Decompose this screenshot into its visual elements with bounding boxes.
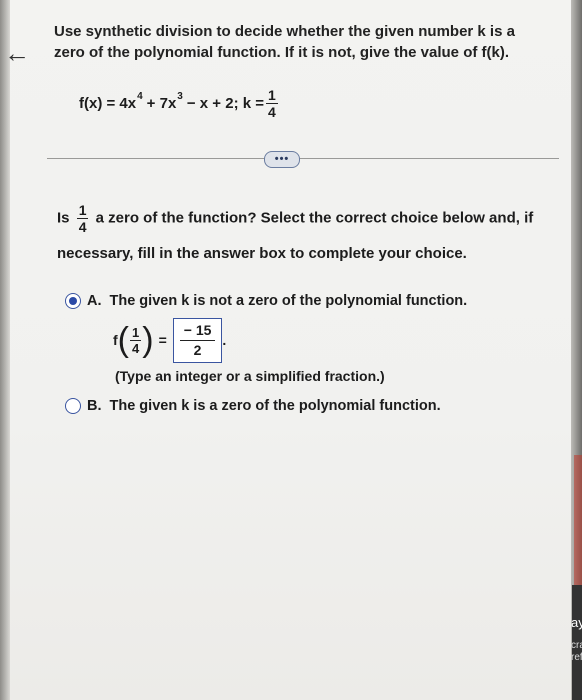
fraction-denominator: 4: [78, 219, 87, 235]
answer-denominator[interactable]: 2: [194, 341, 202, 360]
answer-box[interactable]: − 15 2: [172, 317, 223, 363]
k-fraction: 1 4: [266, 87, 278, 120]
back-arrow-icon[interactable]: ←: [4, 40, 30, 66]
edge-text-b: craf: [571, 640, 582, 651]
left-bezel: [0, 0, 10, 700]
edge-text-c: refs: [571, 652, 582, 663]
answer-period: .: [222, 332, 227, 348]
equals-sign: =: [158, 332, 167, 348]
question-prompt: Use synthetic division to decide whether…: [54, 23, 515, 61]
answer-expression: f ( 1 4 ) = − 15 2 .: [113, 316, 226, 364]
left-paren: (: [117, 321, 129, 359]
part-question-text: a zero of the function? Select the corre…: [95, 209, 534, 227]
argument-numerator: 1: [130, 324, 142, 341]
equation-tail: − x + 2; k =: [186, 94, 264, 112]
choice-b-letter: B.: [87, 398, 102, 414]
right-paren: ): [142, 321, 154, 359]
exponent-4: 4: [137, 90, 143, 102]
more-button[interactable]: •••: [264, 151, 300, 168]
argument-fraction: 1 4: [130, 324, 142, 356]
choice-a-radio[interactable]: [65, 293, 81, 309]
choice-a[interactable]: A. The given k is not a zero of the poly…: [65, 293, 467, 309]
polynomial-equation: f(x) = 4x 4 + 7x 3 − x + 2; k = 1 4: [79, 83, 280, 123]
quarter-fraction: 1 4: [76, 202, 89, 235]
equation-lhs: f(x) = 4x: [79, 94, 137, 112]
equation-middle: + 7x: [146, 94, 177, 112]
is-word: Is: [57, 209, 70, 227]
question-page: ← Use synthetic division to decide wheth…: [0, 0, 582, 700]
part-question-line2: necessary, fill in the answer box to com…: [57, 245, 467, 262]
choice-a-text: The given k is not a zero of the polynom…: [109, 293, 468, 309]
answer-hint: (Type an integer or a simplified fractio…: [115, 368, 385, 384]
edge-text-a: ay: [571, 615, 582, 630]
choice-b-radio[interactable]: [65, 398, 81, 414]
choice-b-text: The given k is a zero of the polynomial …: [109, 398, 441, 414]
argument-denominator: 4: [132, 340, 140, 356]
fraction-numerator: 1: [76, 202, 89, 219]
exponent-3: 3: [177, 90, 183, 102]
section-divider: [47, 158, 559, 159]
choice-a-letter: A.: [87, 293, 102, 309]
answer-numerator[interactable]: − 15: [179, 321, 216, 341]
k-denominator: 4: [268, 103, 276, 120]
part-question: Is 1 4 a zero of the function? Select th…: [57, 202, 547, 235]
red-strip: [574, 455, 582, 585]
right-bezel: ay craf refs: [571, 0, 582, 700]
choice-b[interactable]: B. The given k is a zero of the polynomi…: [65, 398, 441, 414]
k-numerator: 1: [266, 86, 278, 104]
